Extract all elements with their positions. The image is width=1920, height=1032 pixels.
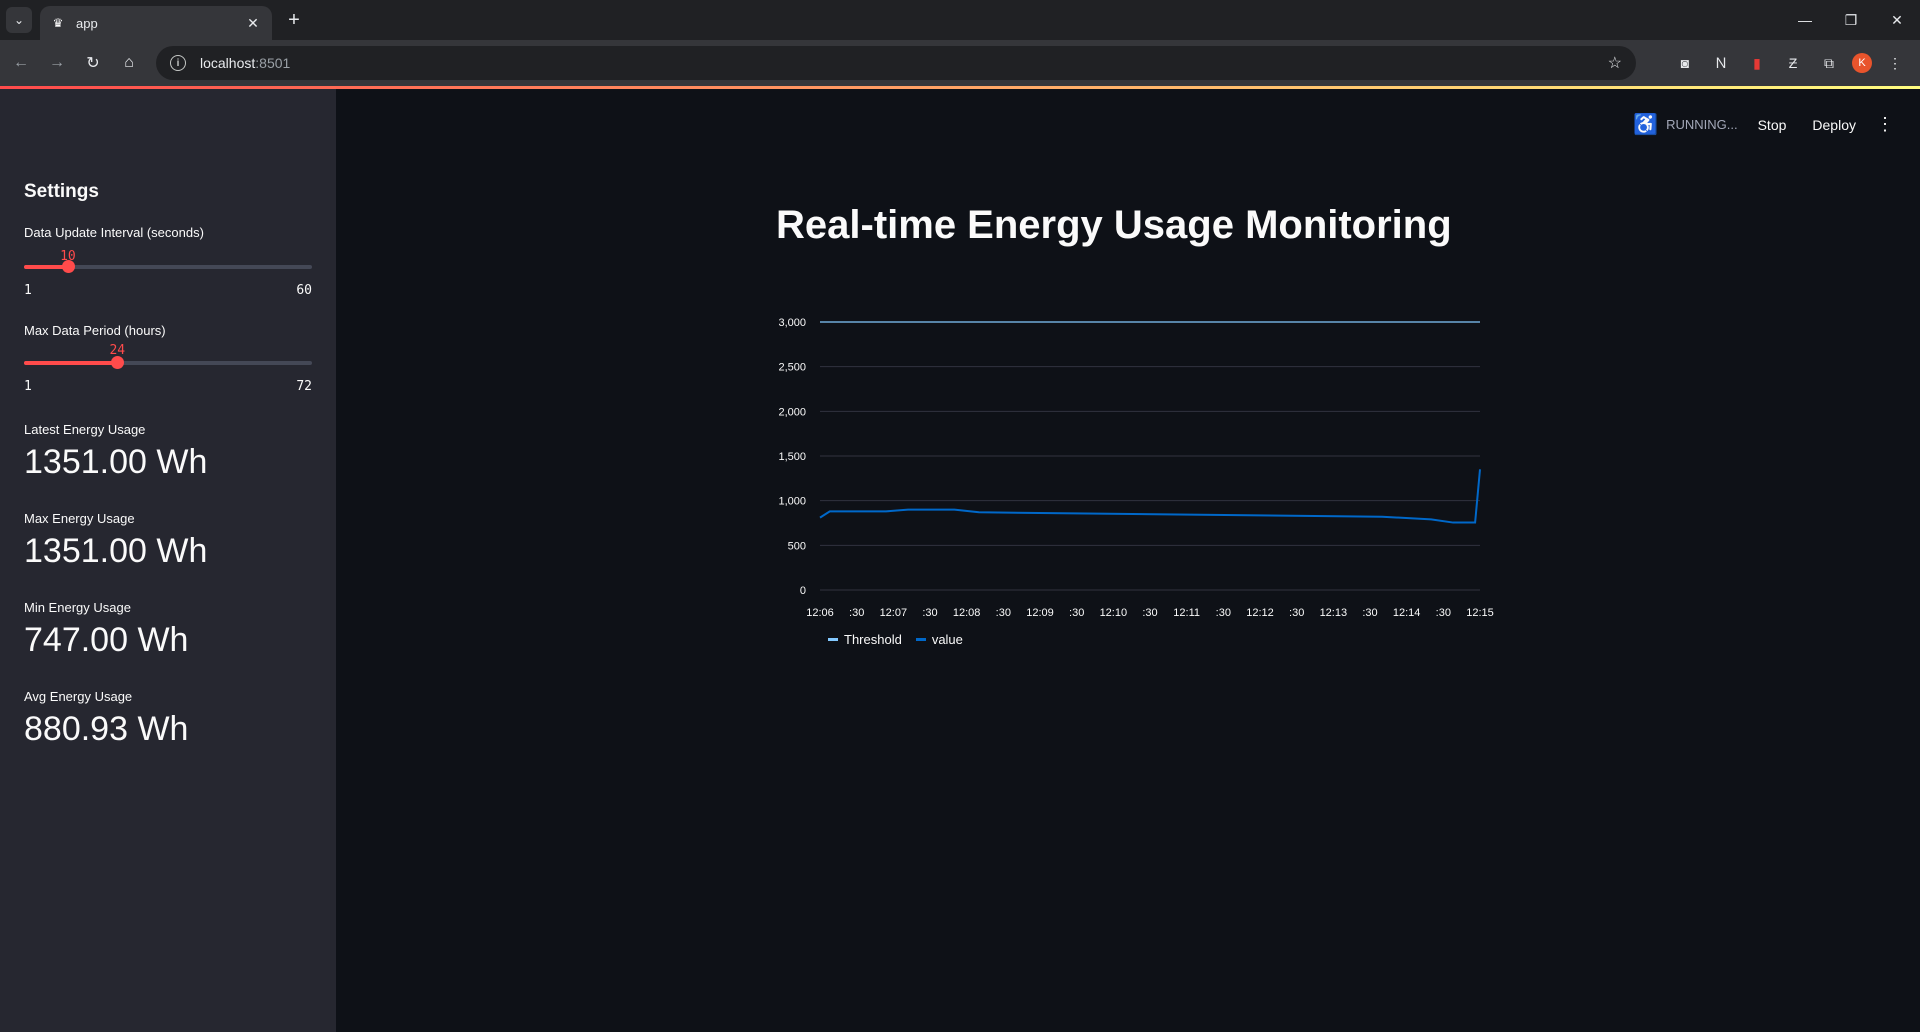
legend-swatch (915, 638, 926, 641)
legend-swatch (828, 638, 838, 641)
y-tick-label: 500 (788, 540, 806, 552)
slider-min: 1 (24, 379, 32, 394)
metric-label: Latest Energy Usage (24, 422, 146, 437)
slider-track[interactable] (24, 260, 312, 273)
x-tick-label: :30 (1436, 607, 1451, 619)
browser-menu-icon[interactable]: ⋮ (1882, 50, 1908, 76)
restore-icon[interactable]: ❐ (1828, 0, 1874, 40)
notion-extension-icon[interactable]: Ｎ (1708, 50, 1734, 76)
metric-label: Max Energy Usage (24, 511, 135, 526)
metric-value: 747.00 Wh (24, 621, 189, 659)
legend-item[interactable]: Threshold (828, 632, 902, 647)
slider-label: Data Update Interval (seconds) (24, 225, 204, 240)
running-man-icon: ♿ (1633, 114, 1659, 136)
x-tick-label: :30 (1362, 607, 1377, 619)
x-tick-label: 12:07 (880, 607, 908, 619)
url-port: :8501 (255, 55, 291, 71)
forward-icon[interactable]: → (44, 50, 70, 76)
slider-fill (24, 361, 118, 365)
sidebar: Settings Data Update Interval (seconds) … (0, 89, 336, 1032)
y-tick-label: 2,500 (778, 362, 806, 374)
y-tick-label: 3,000 (778, 317, 806, 329)
home-icon[interactable]: ⌂ (116, 50, 142, 76)
y-tick-label: 1,500 (778, 451, 806, 463)
x-tick-label: 12:11 (1173, 607, 1200, 619)
site-info-icon[interactable]: i (170, 55, 186, 71)
stop-button[interactable]: Stop (1758, 117, 1787, 133)
slider-thumb[interactable] (111, 356, 125, 369)
address-bar[interactable]: i localhost:8501 ☆ (156, 46, 1636, 80)
legend-label: value (931, 632, 963, 647)
url-text: localhost:8501 (200, 55, 290, 71)
app-header-status: ♿ RUNNING... Stop Deploy ⋮ (1633, 112, 1894, 137)
tab-title: app (76, 15, 98, 31)
slider-max-data-period: Max Data Period (hours) 24 1 72 (24, 323, 312, 395)
sidebar-title: Settings (24, 181, 99, 202)
tab-close-icon[interactable]: ✕ (244, 15, 262, 32)
y-tick-label: 2,000 (778, 406, 806, 418)
x-tick-label: 12:14 (1393, 607, 1421, 619)
extensions-row: ◙ Ｎ ▮ Ƶ ⧉ K ⋮ (1672, 40, 1920, 86)
metric-label: Avg Energy Usage (24, 689, 133, 704)
streamlit-favicon-icon: ♛ (52, 16, 64, 30)
metric-value: 1351.00 Wh (24, 443, 208, 481)
chart-legend: Threshold value (828, 632, 963, 647)
x-tick-label: 12:15 (1466, 607, 1494, 619)
page-title: Real-time Energy Usage Monitoring (776, 203, 1452, 247)
metric-latest: Latest Energy Usage 1351.00 Wh (24, 422, 207, 482)
legend-item[interactable]: value (915, 632, 963, 647)
slider-min: 1 (24, 283, 32, 298)
x-tick-label: :30 (922, 607, 937, 619)
running-status: RUNNING... (1666, 117, 1738, 132)
x-tick-label: :30 (1216, 607, 1231, 619)
series-line-value (819, 469, 1481, 524)
bookmark-extension-icon[interactable]: ▮ (1744, 50, 1770, 76)
metric-label: Min Energy Usage (24, 600, 131, 615)
slider-max: 72 (296, 379, 312, 394)
browser-toolbar: ← → ↻ ⌂ i localhost:8501 ☆ ◙ Ｎ ▮ Ƶ ⧉ K ⋮ (0, 40, 1920, 86)
x-tick-label: 12:09 (1026, 607, 1054, 619)
slider-max: 60 (296, 283, 312, 298)
minimize-icon[interactable]: — (1782, 0, 1828, 40)
x-tick-label: :30 (1142, 607, 1157, 619)
x-tick-label: 12:12 (1246, 607, 1274, 619)
x-tick-label: 12:13 (1320, 607, 1348, 619)
slider-thumb[interactable] (61, 260, 75, 273)
deploy-button[interactable]: Deploy (1812, 117, 1856, 133)
browser-tab[interactable]: ♛ app ✕ (40, 6, 272, 40)
new-tab-icon[interactable]: + (282, 8, 306, 32)
close-window-icon[interactable]: ✕ (1874, 0, 1920, 40)
slider-label: Max Data Period (hours) (24, 323, 166, 338)
x-tick-label: :30 (849, 607, 864, 619)
metric-min: Min Energy Usage 747.00 Wh (24, 600, 188, 660)
url-host: localhost (200, 55, 256, 71)
metric-avg: Avg Energy Usage 880.93 Wh (24, 689, 188, 749)
tab-search-icon[interactable]: ⌄ (6, 7, 32, 33)
x-tick-label: :30 (996, 607, 1011, 619)
metric-max: Max Energy Usage 1351.00 Wh (24, 511, 207, 571)
reload-icon[interactable]: ↻ (80, 50, 106, 76)
main-menu-icon[interactable]: ⋮ (1876, 114, 1894, 135)
y-tick-label: 1,000 (778, 496, 806, 508)
slider-track[interactable] (24, 356, 312, 369)
x-tick-label: :30 (1069, 607, 1084, 619)
y-tick-label: 0 (800, 585, 806, 597)
profile-avatar[interactable]: K (1852, 53, 1872, 73)
browser-tab-bar: ⌄ ♛ app ✕ + — ❐ ✕ (0, 0, 1920, 40)
z-extension-icon[interactable]: Ƶ (1780, 50, 1806, 76)
legend-label: Threshold (844, 632, 902, 647)
x-tick-label: :30 (1289, 607, 1304, 619)
window-controls: — ❐ ✕ (1782, 0, 1920, 40)
extensions-puzzle-icon[interactable]: ⧉ (1816, 50, 1842, 76)
x-tick-label: 12:08 (953, 607, 981, 619)
x-tick-label: 12:10 (1100, 607, 1128, 619)
back-icon[interactable]: ← (8, 50, 34, 76)
slider-update-interval: Data Update Interval (seconds) 10 1 60 (24, 225, 312, 298)
bookmark-star-icon[interactable]: ☆ (1608, 53, 1622, 73)
x-tick-label: 12:06 (806, 607, 834, 619)
metric-value: 880.93 Wh (24, 710, 189, 748)
energy-line-chart[interactable]: 3,000 2,500 2,000 1,500 1,000 500 012:06 :30 12:… (760, 310, 1500, 650)
camera-extension-icon[interactable]: ◙ (1672, 50, 1698, 76)
metric-value: 1351.00 Wh (24, 532, 208, 570)
